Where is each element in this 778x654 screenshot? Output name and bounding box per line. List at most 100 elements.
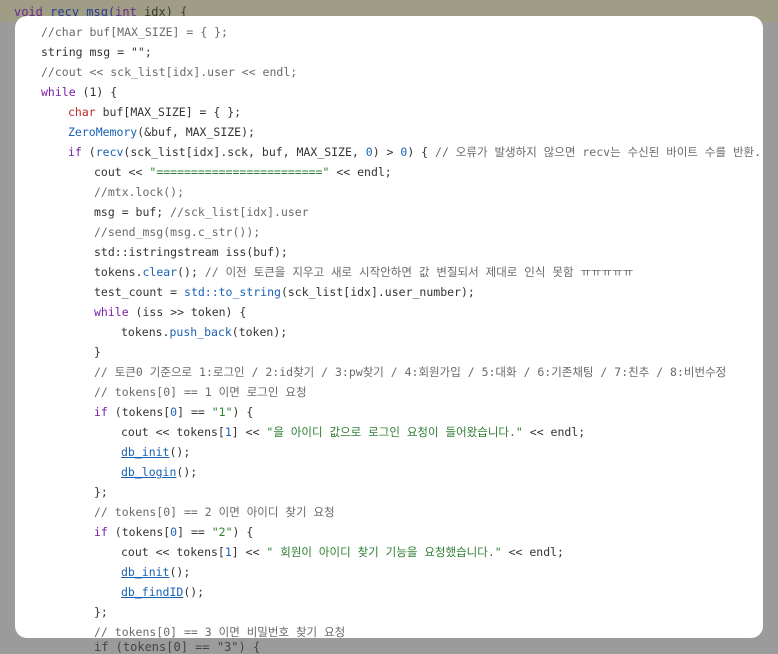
code-text: string msg = ""; [41, 45, 152, 59]
comment: // 오류가 발생하지 않으면 recv는 수신된 바이트 수를 반환. 0 [435, 145, 763, 159]
number-literal: 1 [224, 425, 232, 439]
code-line: // tokens[0] == 2 이면 아이디 찾기 요청 [15, 502, 763, 522]
code-line: cout << "========================" << en… [15, 162, 763, 182]
comment: // tokens[0] == 3 이면 비밀번호 찾기 요청 [94, 625, 346, 638]
code-line: tokens.clear(); // 이전 토큰을 지우고 새로 시작안하면 값… [15, 262, 763, 282]
function-call: db_login [121, 465, 177, 479]
code-text: (iss >> token) { [128, 305, 247, 319]
code-line: cout << tokens[1] << " 회원이 아이디 찾기 기능을 요청… [15, 542, 763, 562]
function-call: ZeroMemory [68, 125, 138, 139]
number-literal: 1 [224, 545, 232, 559]
code-text: cout << tokens[ [121, 425, 225, 439]
code-text: (); [169, 565, 191, 579]
function-call: db_findID [121, 585, 184, 599]
keyword: while [41, 85, 76, 99]
string-literal: "2" [211, 525, 233, 539]
comment: //sck_list[idx].user [170, 205, 309, 219]
code-text: cout << tokens[ [121, 545, 225, 559]
code-text: << endl; [522, 425, 586, 439]
function-call: push_back [169, 325, 232, 339]
code-text: tokens. [121, 325, 170, 339]
code-text: (); [183, 585, 205, 599]
function-call: recv [95, 145, 124, 159]
code-line: char buf[MAX_SIZE] = { }; [15, 102, 763, 122]
code-text: tokens. [94, 265, 143, 279]
code-text: (sck_list[idx].user_number); [280, 285, 475, 299]
code-text: ( [81, 145, 96, 159]
code-text: msg = buf; [94, 205, 171, 219]
code-text: (); [169, 445, 191, 459]
code-text: cout << [94, 165, 150, 179]
code-line: // tokens[0] == 1 이면 로그인 요청 [15, 382, 763, 402]
code-text: (token); [231, 325, 288, 339]
string-literal: "========================" [149, 165, 330, 179]
comment: //send_msg(msg.c_str()); [94, 225, 261, 239]
code-line: //mtx.lock(); [15, 182, 763, 202]
code-line: if (tokens[0] == "2") { [15, 522, 763, 542]
code-text: }; [94, 605, 108, 619]
code-line: // tokens[0] == 3 이면 비밀번호 찾기 요청 [15, 622, 763, 638]
function-call: clear [142, 265, 178, 279]
keyword: if [94, 405, 108, 419]
code-line: // 토큰0 기준으로 1:로그인 / 2:id찾기 / 3:pw찾기 / 4:… [15, 362, 763, 382]
code-line: ZeroMemory(&buf, MAX_SIZE); [15, 122, 763, 142]
code-line: while (1) { [15, 82, 763, 102]
string-literal: " 회원이 아이디 찾기 기능을 요청했습니다." [266, 545, 502, 559]
code-text: ) { [407, 145, 436, 159]
code-text: ] == [177, 405, 212, 419]
code-line: }; [15, 602, 763, 622]
comment: //cout << sck_list[idx].user << endl; [41, 65, 298, 79]
code-line: db_login(); [15, 462, 763, 482]
code-text: (&buf, MAX_SIZE); [137, 125, 255, 139]
code-line: }; [15, 482, 763, 502]
code-text: ) > [372, 145, 401, 159]
function-call: std::to_string [184, 285, 281, 299]
code-viewer-panel[interactable]: //char buf[MAX_SIZE] = { }; string msg =… [15, 16, 763, 638]
background-code-line: if (tokens[0] == "3") { [94, 640, 261, 654]
code-line: //send_msg(msg.c_str()); [15, 222, 763, 242]
code-text: buf[MAX_SIZE] = { }; [95, 105, 242, 119]
comment: //mtx.lock(); [94, 185, 185, 199]
code-block: //char buf[MAX_SIZE] = { }; string msg =… [15, 16, 763, 638]
comment: // 토큰0 기준으로 1:로그인 / 2:id찾기 / 3:pw찾기 / 4:… [94, 365, 727, 379]
function-call: db_init [121, 565, 170, 579]
code-line: string msg = ""; [15, 42, 763, 62]
code-text: std::istringstream iss(buf); [94, 245, 288, 259]
comment: // tokens[0] == 1 이면 로그인 요청 [94, 385, 307, 399]
type-keyword: char [68, 105, 96, 119]
function-call: db_init [121, 445, 170, 459]
string-literal: "을 아이디 값으로 로그인 요청이 들어왔습니다." [266, 425, 523, 439]
code-text: (tokens[ [107, 525, 171, 539]
comment: // 이전 토큰을 지우고 새로 시작안하면 값 변질되서 제대로 인식 못함 … [204, 265, 634, 279]
code-text: << endl; [501, 545, 564, 559]
code-line: db_init(); [15, 442, 763, 462]
code-line: msg = buf; //sck_list[idx].user [15, 202, 763, 222]
comment: // tokens[0] == 2 이면 아이디 찾기 요청 [94, 505, 335, 519]
code-line: if (recv(sck_list[idx].sck, buf, MAX_SIZ… [15, 142, 763, 162]
code-line: tokens.push_back(token); [15, 322, 763, 342]
code-text: ) { [232, 525, 254, 539]
code-line: if (tokens[0] == "1") { [15, 402, 763, 422]
code-text: << endl; [329, 165, 392, 179]
code-line: db_findID(); [15, 582, 763, 602]
string-literal: "1" [211, 405, 233, 419]
code-text: ) { [232, 405, 254, 419]
code-text: (sck_list[idx].sck, buf, MAX_SIZE, [123, 145, 366, 159]
code-text: (1) { [75, 85, 118, 99]
code-text: (); [176, 465, 198, 479]
keyword: if [68, 145, 82, 159]
keyword: if [94, 525, 108, 539]
code-line: cout << tokens[1] << "을 아이디 값으로 로그인 요청이 … [15, 422, 763, 442]
code-text: ] << [231, 425, 267, 439]
code-text: (); [177, 265, 205, 279]
keyword: while [94, 305, 129, 319]
code-text: ] << [231, 545, 267, 559]
code-text: }; [94, 485, 108, 499]
code-line: //cout << sck_list[idx].user << endl; [15, 62, 763, 82]
code-text: ] == [177, 525, 212, 539]
code-line: //char buf[MAX_SIZE] = { }; [15, 22, 763, 42]
code-text: (tokens[ [107, 405, 171, 419]
code-line: while (iss >> token) { [15, 302, 763, 322]
code-line: std::istringstream iss(buf); [15, 242, 763, 262]
code-text: } [94, 345, 101, 359]
